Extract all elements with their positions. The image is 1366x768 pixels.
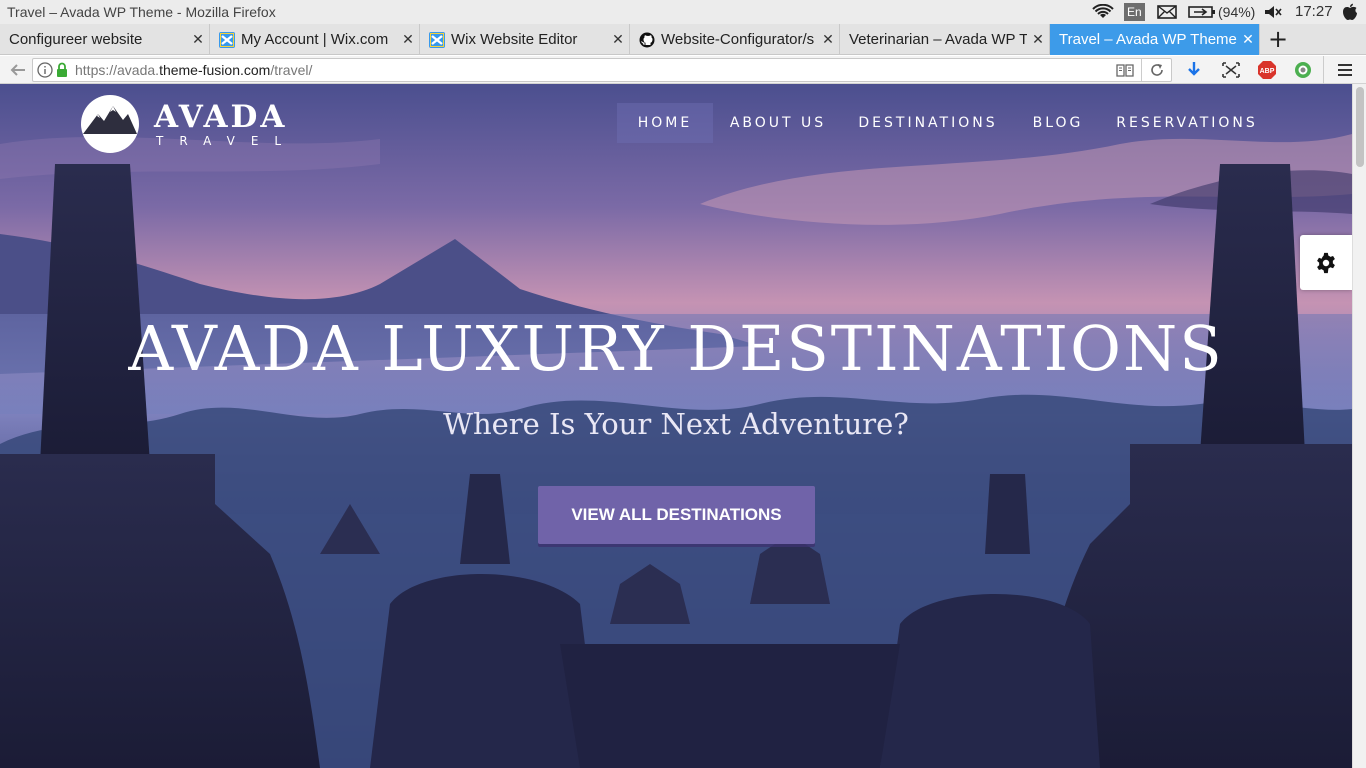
url-domain: theme-fusion.com — [159, 62, 271, 78]
wix-icon — [429, 31, 445, 48]
logo-title: AVADA — [154, 99, 288, 135]
extension-icon[interactable] — [1293, 60, 1313, 84]
site-logo[interactable]: AVADA TRAVEL — [80, 94, 297, 154]
wifi-icon[interactable] — [1092, 0, 1114, 24]
back-button[interactable] — [9, 61, 27, 83]
mute-icon[interactable] — [1264, 0, 1282, 24]
page-scrollbar[interactable] — [1352, 84, 1366, 768]
view-all-destinations-button[interactable]: VIEW ALL DESTINATIONS — [538, 486, 815, 544]
nav-home[interactable]: HOME — [617, 103, 713, 143]
wix-icon — [219, 31, 235, 48]
tab-website-configurator[interactable]: Website-Configurator/s ✕ — [630, 24, 840, 55]
clock[interactable]: 17:27 — [1295, 0, 1333, 24]
close-icon[interactable]: ✕ — [1027, 31, 1049, 48]
url-bar[interactable]: https://avada.theme-fusion.com/travel/ — [32, 58, 1172, 82]
github-icon — [639, 32, 655, 47]
nav-toolbar: https://avada.theme-fusion.com/travel/ A… — [0, 56, 1366, 84]
tab-label: My Account | Wix.com — [241, 31, 389, 48]
back-arrow-icon — [10, 64, 25, 76]
nav-about-us[interactable]: ABOUT US — [727, 103, 829, 143]
close-icon[interactable]: ✕ — [817, 31, 839, 48]
screenshot-tool-icon[interactable] — [1221, 61, 1241, 83]
battery-percent: (94%) — [1218, 4, 1256, 20]
close-icon[interactable]: ✕ — [397, 31, 419, 48]
window-titlebar: Travel – Avada WP Theme - Mozilla Firefo… — [0, 0, 1366, 24]
url-text[interactable]: https://avada.theme-fusion.com/travel/ — [75, 59, 312, 81]
mountain-logo-icon — [81, 95, 139, 153]
tab-configureer-website[interactable]: Configureer website ✕ — [0, 24, 210, 55]
adblock-icon[interactable]: ABP — [1257, 60, 1277, 84]
new-tab-button[interactable]: + — [1264, 24, 1292, 55]
battery-icon — [1188, 6, 1215, 18]
tab-label: Website-Configurator/s — [661, 31, 815, 48]
tab-label: Configureer website — [9, 31, 143, 48]
tab-label: Travel – Avada WP Theme — [1059, 31, 1237, 48]
tab-travel-avada[interactable]: Travel – Avada WP Theme ✕ — [1050, 24, 1260, 55]
nav-blog[interactable]: BLOG — [1026, 103, 1090, 143]
page-viewport: AVADA TRAVEL HOME ABOUT US DESTINATIONS … — [0, 84, 1352, 768]
tab-label: Wix Website Editor — [451, 31, 578, 48]
url-divider — [1141, 59, 1142, 81]
close-icon[interactable]: ✕ — [607, 31, 629, 48]
nav-reservations[interactable]: RESERVATIONS — [1116, 103, 1258, 143]
tab-my-account-wix[interactable]: My Account | Wix.com ✕ — [210, 24, 420, 55]
mail-icon[interactable] — [1157, 0, 1177, 24]
lock-icon — [56, 62, 68, 82]
nav-destinations[interactable]: DESTINATIONS — [857, 103, 999, 143]
hero-title: AVADA LUXURY DESTINATIONS — [128, 312, 1224, 385]
svg-text:ABP: ABP — [1260, 68, 1275, 75]
settings-panel-toggle[interactable] — [1300, 235, 1352, 290]
tab-strip: Configureer website ✕ My Account | Wix.c… — [0, 24, 1366, 55]
info-icon[interactable] — [37, 62, 53, 82]
scrollbar-thumb[interactable] — [1356, 87, 1364, 167]
logo-subtitle: TRAVEL — [156, 134, 298, 148]
close-icon[interactable]: ✕ — [187, 31, 209, 48]
hamburger-menu-icon[interactable] — [1336, 62, 1354, 82]
hero-subtitle: Where Is Your Next Adventure? — [443, 407, 909, 441]
apple-icon[interactable] — [1342, 0, 1358, 24]
language-indicator[interactable]: En — [1124, 0, 1145, 24]
battery-indicator[interactable]: (94%) — [1188, 0, 1255, 24]
reader-view-icon[interactable] — [1116, 62, 1134, 82]
url-path: /travel/ — [270, 62, 313, 78]
language-label: En — [1124, 3, 1145, 21]
gear-icon — [1317, 252, 1335, 273]
download-icon[interactable] — [1186, 61, 1202, 83]
url-prefix: https://avada. — [75, 62, 160, 78]
tab-wix-website-editor[interactable]: Wix Website Editor ✕ — [420, 24, 630, 55]
tab-label: Veterinarian – Avada WP T — [849, 31, 1027, 48]
reload-icon[interactable] — [1149, 62, 1165, 82]
close-icon[interactable]: ✕ — [1237, 31, 1259, 48]
toolbar-divider — [1323, 56, 1324, 84]
tab-veterinarian-avada[interactable]: Veterinarian – Avada WP T ✕ — [840, 24, 1050, 55]
window-title: Travel – Avada WP Theme - Mozilla Firefo… — [7, 4, 276, 20]
